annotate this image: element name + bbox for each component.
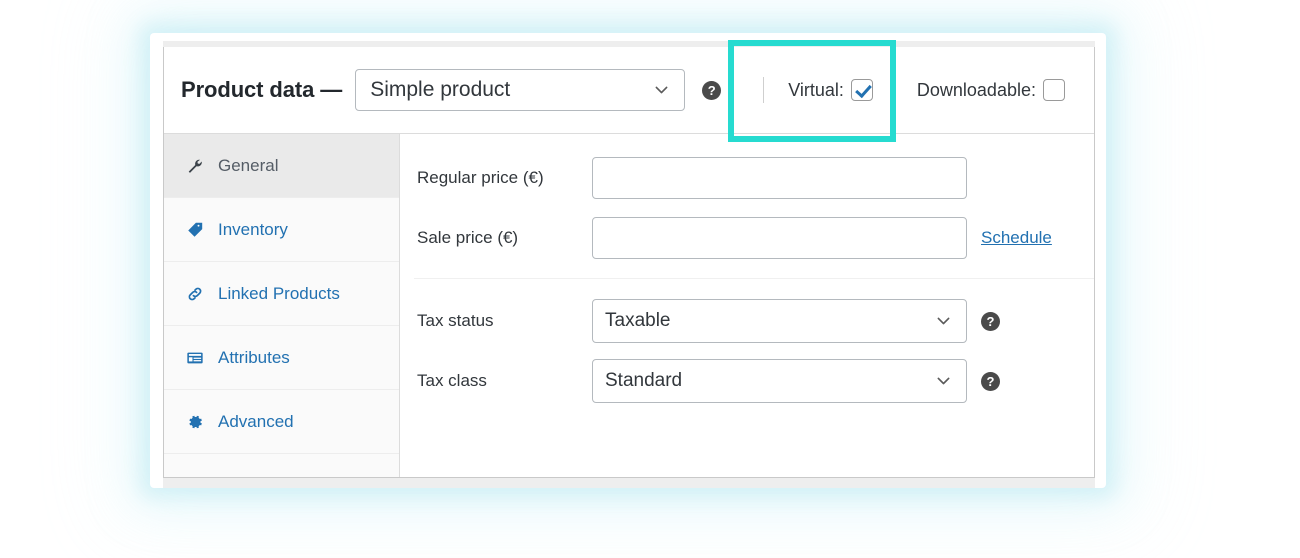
tax-class-row: Tax class Standard ? bbox=[400, 351, 1094, 411]
product-data-panel: Product data — Simple product ? Virtual:… bbox=[163, 40, 1095, 478]
regular-price-label: Regular price (€) bbox=[417, 168, 544, 187]
help-icon[interactable]: ? bbox=[981, 311, 1000, 331]
page-title: Product data — bbox=[181, 77, 343, 102]
pricing-group: Regular price (€) Sale price (€) Schedul… bbox=[400, 148, 1094, 268]
virtual-label: Virtual: bbox=[788, 79, 844, 100]
downloadable-checkbox[interactable] bbox=[1042, 79, 1065, 101]
page-strip-bottom bbox=[163, 477, 1095, 488]
chevron-down-icon bbox=[935, 373, 952, 390]
tax-class-select[interactable]: Standard bbox=[592, 359, 967, 403]
tab-attributes[interactable]: Attributes bbox=[164, 326, 399, 390]
tax-status-select[interactable]: Taxable bbox=[592, 299, 967, 343]
tab-label-attributes: Attributes bbox=[218, 347, 290, 367]
downloadable-checkbox-group[interactable]: Downloadable: bbox=[917, 79, 1065, 101]
panel-header: Product data — Simple product ? Virtual:… bbox=[164, 40, 1094, 142]
gear-icon bbox=[185, 412, 205, 432]
tax-class-value: Standard bbox=[605, 370, 683, 391]
sale-price-row: Sale price (€) Schedule bbox=[400, 208, 1094, 268]
tab-list: General Inventory Linked Products Attrib… bbox=[164, 134, 400, 477]
tab-linked-products[interactable]: Linked Products bbox=[164, 262, 399, 326]
tax-class-label: Tax class bbox=[417, 371, 487, 390]
tab-label-advanced: Advanced bbox=[218, 411, 294, 431]
tab-label-linked-products: Linked Products bbox=[218, 283, 340, 303]
screenshot-stage: Product data — Simple product ? Virtual:… bbox=[0, 0, 1300, 558]
virtual-checkbox[interactable] bbox=[850, 79, 873, 101]
regular-price-row: Regular price (€) bbox=[400, 148, 1094, 208]
wrench-icon bbox=[185, 156, 205, 176]
tax-status-row: Tax status Taxable ? bbox=[400, 291, 1094, 351]
tab-advanced[interactable]: Advanced bbox=[164, 390, 399, 454]
tax-status-label: Tax status bbox=[417, 311, 494, 330]
tax-group: Tax status Taxable ? Tax class Standard … bbox=[400, 291, 1094, 411]
tab-inventory[interactable]: Inventory bbox=[164, 198, 399, 262]
tab-label-inventory: Inventory bbox=[218, 219, 288, 239]
help-icon[interactable]: ? bbox=[981, 371, 1000, 391]
downloadable-label: Downloadable: bbox=[916, 79, 1036, 100]
tab-list-filler bbox=[164, 454, 399, 473]
schedule-link[interactable]: Schedule bbox=[981, 228, 1052, 248]
sale-price-input[interactable] bbox=[592, 217, 967, 259]
product-type-select[interactable]: Simple product bbox=[355, 69, 686, 111]
list-card-icon bbox=[185, 348, 205, 368]
regular-price-input[interactable] bbox=[592, 157, 967, 199]
tax-status-value: Taxable bbox=[605, 310, 671, 331]
sale-price-label: Sale price (€) bbox=[417, 228, 519, 247]
tab-general[interactable]: General bbox=[164, 134, 399, 198]
product-type-value: Simple product bbox=[370, 78, 511, 101]
field-panel: Regular price (€) Sale price (€) Schedul… bbox=[400, 134, 1094, 477]
help-icon[interactable]: ? bbox=[702, 80, 722, 100]
tab-label-general: General bbox=[218, 155, 279, 175]
virtual-checkbox-group[interactable]: Virtual: bbox=[788, 79, 873, 101]
link-icon bbox=[185, 284, 205, 304]
header-divider bbox=[763, 77, 765, 103]
panel-body: General Inventory Linked Products Attrib… bbox=[164, 134, 1094, 477]
chevron-down-icon bbox=[653, 82, 670, 99]
field-group-divider bbox=[414, 278, 1094, 279]
chevron-down-icon bbox=[935, 313, 952, 330]
tag-icon bbox=[185, 220, 205, 240]
